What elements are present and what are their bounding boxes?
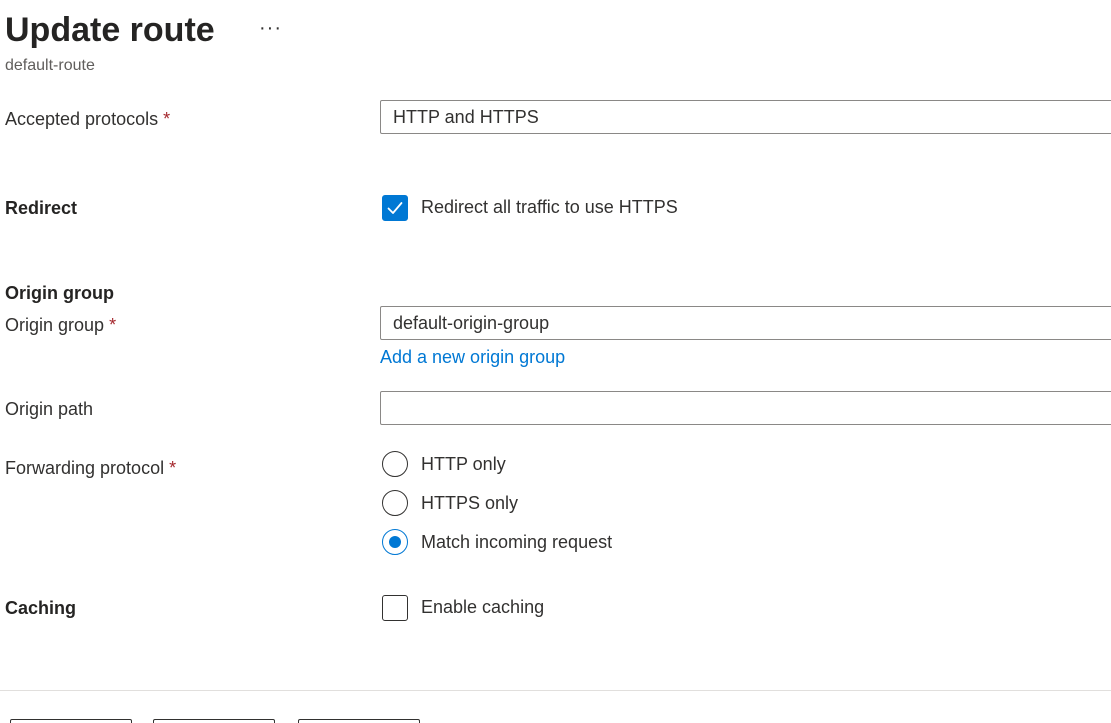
radio-http-only-label[interactable]: HTTP only — [421, 453, 506, 475]
footer-primary-button[interactable] — [10, 719, 132, 723]
redirect-https-checkbox-label[interactable]: Redirect all traffic to use HTTPS — [421, 196, 678, 218]
redirect-https-checkbox[interactable] — [382, 195, 408, 221]
required-marker: * — [109, 315, 117, 335]
checkmark-icon — [387, 202, 403, 214]
add-origin-group-link[interactable]: Add a new origin group — [380, 346, 565, 368]
origin-group-dropdown[interactable]: default-origin-group — [380, 306, 1111, 340]
radio-selected-dot — [389, 536, 401, 548]
origin-group-section-heading: Origin group — [5, 283, 114, 303]
footer-secondary-button[interactable] — [153, 719, 275, 723]
caching-label: Caching — [5, 598, 77, 618]
radio-https-only[interactable] — [382, 490, 408, 516]
radio-match-incoming-request-label[interactable]: Match incoming request — [421, 531, 612, 553]
update-route-blade: Update route ··· default-route Accepted … — [0, 0, 1111, 723]
redirect-label: Redirect — [5, 198, 78, 218]
origin-group-label-text: Origin group — [5, 315, 105, 335]
forwarding-protocol-label: Forwarding protocol * — [5, 457, 176, 479]
radio-http-only[interactable] — [382, 451, 408, 477]
accepted-protocols-label: Accepted protocols * — [5, 108, 170, 130]
footer-tertiary-button[interactable] — [298, 719, 420, 723]
origin-group-label: Origin group * — [5, 314, 116, 336]
radio-match-incoming-request[interactable] — [382, 529, 408, 555]
enable-caching-checkbox[interactable] — [382, 595, 408, 621]
origin-path-label: Origin path — [5, 399, 94, 419]
more-options-button[interactable]: ··· — [259, 16, 282, 40]
page-subtitle: default-route — [5, 57, 95, 74]
accepted-protocols-label-text: Accepted protocols — [5, 109, 159, 129]
required-marker: * — [163, 109, 171, 129]
page-title: Update route — [5, 11, 215, 49]
required-marker: * — [169, 458, 177, 478]
radio-https-only-label[interactable]: HTTPS only — [421, 492, 518, 514]
accepted-protocols-dropdown[interactable]: HTTP and HTTPS — [380, 100, 1111, 134]
origin-path-input[interactable] — [380, 391, 1111, 425]
forwarding-protocol-label-text: Forwarding protocol — [5, 458, 165, 478]
footer-divider — [0, 690, 1111, 691]
enable-caching-checkbox-label[interactable]: Enable caching — [421, 596, 544, 618]
